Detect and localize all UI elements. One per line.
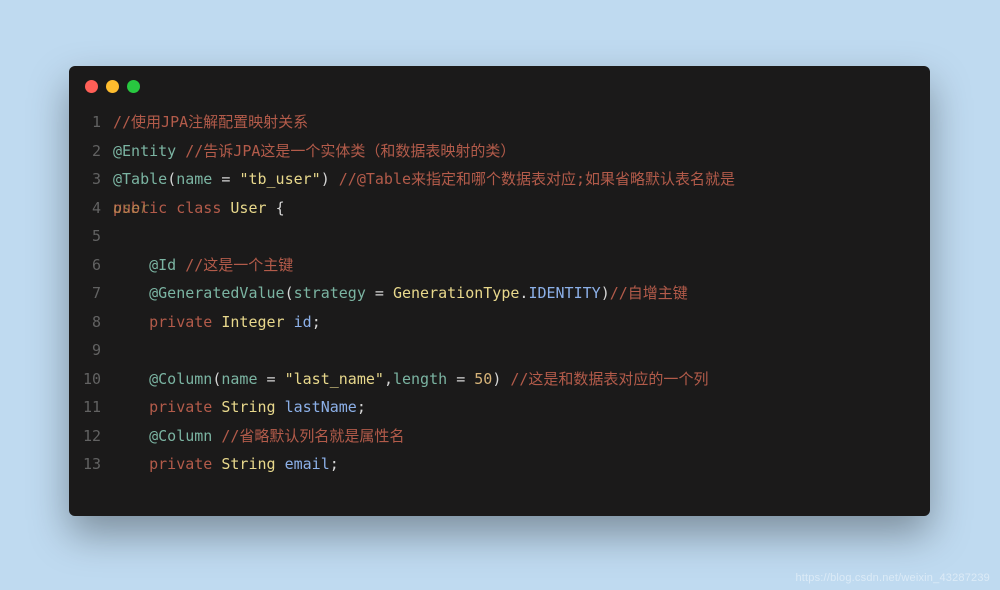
code-line: 7 @GeneratedValue(strategy = GenerationT…	[69, 279, 930, 308]
code-line: 13 private String email;	[69, 450, 930, 479]
code-area: 1//使用JPA注解配置映射关系2@Entity //告诉JPA这是一个实体类（…	[69, 106, 930, 479]
code-line: 2@Entity //告诉JPA这是一个实体类（和数据表映射的类）	[69, 137, 930, 166]
code-line: 1//使用JPA注解配置映射关系	[69, 108, 930, 137]
code-line: 6 @Id //这是一个主键	[69, 251, 930, 280]
line-number: 8	[69, 308, 113, 337]
line-number: 2	[69, 137, 113, 166]
code-content: @Column(name = "last_name",length = 50) …	[113, 365, 930, 394]
minimize-icon[interactable]	[106, 80, 119, 93]
line-number: 12	[69, 422, 113, 451]
line-number: 6	[69, 251, 113, 280]
code-line: 11 private String lastName;	[69, 393, 930, 422]
code-line: 5	[69, 222, 930, 251]
line-number: 10	[69, 365, 113, 394]
watermark-text: https://blog.csdn.net/weixin_43287239	[795, 572, 990, 584]
line-number: 11	[69, 393, 113, 422]
code-content: private Integer id;	[113, 308, 930, 337]
overlay-text: user	[113, 194, 149, 223]
code-content: @Table(name = "tb_user") //@Table来指定和哪个数…	[113, 165, 930, 194]
code-content	[113, 336, 930, 365]
close-icon[interactable]	[85, 80, 98, 93]
code-content: @Id //这是一个主键	[113, 251, 930, 280]
code-content: @Entity //告诉JPA这是一个实体类（和数据表映射的类）	[113, 137, 930, 166]
line-number: 13	[69, 450, 113, 479]
code-content: //使用JPA注解配置映射关系	[113, 108, 930, 137]
code-line: 8 private Integer id;	[69, 308, 930, 337]
code-content: private String lastName;	[113, 393, 930, 422]
line-number: 3	[69, 165, 113, 194]
code-window: 1//使用JPA注解配置映射关系2@Entity //告诉JPA这是一个实体类（…	[69, 66, 930, 516]
code-content: private String email;	[113, 450, 930, 479]
line-number: 9	[69, 336, 113, 365]
code-content: @Column //省略默认列名就是属性名	[113, 422, 930, 451]
window-titlebar	[69, 66, 930, 106]
line-number: 4	[69, 194, 113, 223]
maximize-icon[interactable]	[127, 80, 140, 93]
code-line: 9	[69, 336, 930, 365]
code-line: 12 @Column //省略默认列名就是属性名	[69, 422, 930, 451]
code-content: @GeneratedValue(strategy = GenerationTyp…	[113, 279, 930, 308]
code-line: 10 @Column(name = "last_name",length = 5…	[69, 365, 930, 394]
code-content: public class User {user	[113, 194, 930, 223]
line-number: 7	[69, 279, 113, 308]
code-line: 4public class User {user	[69, 194, 930, 223]
line-number: 5	[69, 222, 113, 251]
code-line: 3@Table(name = "tb_user") //@Table来指定和哪个…	[69, 165, 930, 194]
code-content	[113, 222, 930, 251]
line-number: 1	[69, 108, 113, 137]
